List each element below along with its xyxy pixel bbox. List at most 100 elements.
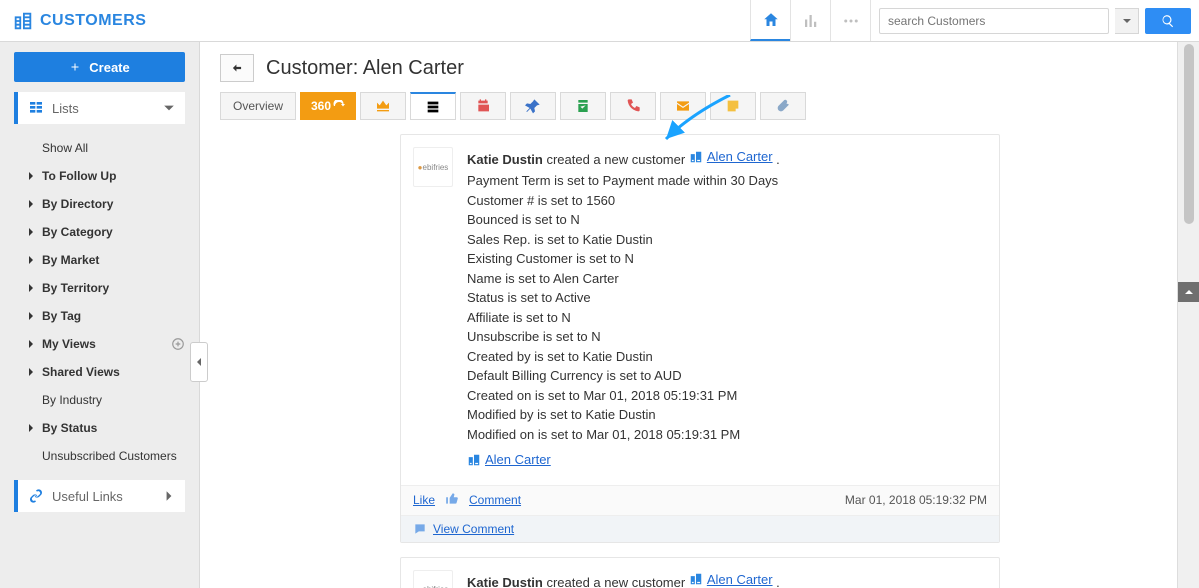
scroll-up-button[interactable]	[1178, 282, 1199, 302]
chevron-right-icon	[26, 311, 36, 321]
customer-link[interactable]: Alen Carter	[707, 570, 773, 588]
like-button[interactable]: Like	[413, 493, 435, 507]
analytics-button[interactable]	[790, 0, 830, 41]
feed-card: ●ebifriesKatie Dustin created a new cust…	[400, 557, 1000, 588]
detail-line: Bounced is set to N	[467, 210, 987, 230]
sidebar-item[interactable]: Unsubscribed Customers	[0, 442, 199, 470]
building-icon	[689, 572, 703, 586]
sidebar-item[interactable]: By Status	[0, 414, 199, 442]
lists-section[interactable]: Lists	[14, 92, 185, 124]
tab-email[interactable]	[660, 92, 706, 120]
chevron-right-icon	[163, 490, 175, 502]
crown-icon	[375, 98, 391, 114]
sidebar-item[interactable]: To Follow Up	[0, 162, 199, 190]
sidebar-item-label: By Industry	[42, 393, 102, 407]
page-title: Customer: Alen Carter	[266, 57, 464, 80]
pin-icon	[525, 98, 541, 114]
detail-line: Unsubscribe is set to N	[467, 327, 987, 347]
create-label: Create	[89, 60, 129, 75]
right-scroll-strip	[1177, 42, 1199, 588]
brand[interactable]: CUSTOMERS	[0, 10, 158, 32]
search-dropdown[interactable]	[1115, 8, 1139, 34]
detail-line: Created on is set to Mar 01, 2018 05:19:…	[467, 386, 987, 406]
sidebar-item[interactable]: By Industry	[0, 386, 199, 414]
chevron-right-icon	[26, 255, 36, 265]
chevron-down-icon	[163, 102, 175, 114]
avatar: ●ebifries	[413, 570, 453, 588]
task-icon	[575, 98, 591, 114]
back-button[interactable]	[220, 54, 254, 82]
plus-icon	[69, 61, 81, 73]
sidebar-item[interactable]: By Market	[0, 246, 199, 274]
dots-icon	[842, 12, 860, 30]
sidebar-item[interactable]: By Territory	[0, 274, 199, 302]
tab-feed[interactable]	[410, 92, 456, 120]
customer-link[interactable]: Alen Carter	[707, 147, 773, 167]
detail-line: Affiliate is set to N	[467, 308, 987, 328]
building-icon	[689, 150, 703, 164]
chevron-right-icon	[26, 367, 36, 377]
comment-icon	[413, 522, 427, 536]
view-comment-row[interactable]: View Comment	[401, 515, 999, 542]
sidebar-item-label: Shared Views	[42, 365, 120, 379]
card-footer: LikeCommentMar 01, 2018 05:19:32 PM	[401, 485, 999, 515]
bar-chart-icon	[802, 12, 820, 30]
feed-icon	[425, 99, 441, 115]
scrollbar-thumb[interactable]	[1184, 44, 1194, 224]
sidebar-item-label: By Territory	[42, 281, 109, 295]
refresh-icon	[333, 100, 345, 112]
sidebar-item-label: By Category	[42, 225, 113, 239]
grid-icon	[28, 100, 44, 116]
search-input[interactable]	[879, 8, 1109, 34]
sidebar-item-label: By Tag	[42, 309, 81, 323]
tab-task[interactable]	[560, 92, 606, 120]
customer-ref-link[interactable]: Alen Carter	[485, 450, 551, 470]
tab-crown[interactable]	[360, 92, 406, 120]
comment-button[interactable]: Comment	[469, 493, 521, 507]
tab-note[interactable]	[710, 92, 756, 120]
tab-attachment[interactable]	[760, 92, 806, 120]
sidebar-item-label: By Market	[42, 253, 99, 267]
sidebar-item[interactable]: By Category	[0, 218, 199, 246]
sidebar-item[interactable]: By Directory	[0, 190, 199, 218]
sidebar-item-label: To Follow Up	[42, 169, 116, 183]
back-arrow-icon	[229, 61, 245, 75]
tab-calendar[interactable]	[460, 92, 506, 120]
more-button[interactable]	[830, 0, 870, 41]
chevron-right-icon	[26, 423, 36, 433]
chevron-down-icon	[1122, 16, 1132, 26]
detail-line: Status is set to Active	[467, 288, 987, 308]
useful-links-section[interactable]: Useful Links	[14, 480, 185, 512]
brand-label: CUSTOMERS	[40, 12, 146, 30]
home-button[interactable]	[750, 0, 790, 41]
tab-call[interactable]	[610, 92, 656, 120]
search-icon	[1161, 14, 1175, 28]
chevron-right-icon	[26, 227, 36, 237]
paperclip-icon	[775, 98, 791, 114]
sidebar-item[interactable]: Show All	[0, 134, 199, 162]
feed-header: Katie Dustin created a new customer Alen…	[467, 147, 987, 169]
chevron-right-icon	[26, 339, 36, 349]
tab-overview[interactable]: Overview	[220, 92, 296, 120]
thumb-icon[interactable]	[445, 492, 459, 509]
buildings-icon	[12, 10, 34, 32]
link-icon	[28, 488, 44, 504]
chevron-right-icon	[26, 199, 36, 209]
sidebar-item-label: By Status	[42, 421, 97, 435]
tab-pin[interactable]	[510, 92, 556, 120]
detail-line: Sales Rep. is set to Katie Dustin	[467, 230, 987, 250]
sidebar-item[interactable]: Shared Views	[0, 358, 199, 386]
email-icon	[675, 98, 691, 114]
tab-360[interactable]: 360	[300, 92, 356, 120]
add-circle-icon[interactable]	[171, 337, 185, 351]
detail-line: Name is set to Alen Carter	[467, 269, 987, 289]
create-button[interactable]: Create	[14, 52, 185, 82]
detail-line: Modified by is set to Katie Dustin	[467, 405, 987, 425]
sidebar-item[interactable]: By Tag	[0, 302, 199, 330]
avatar: ●ebifries	[413, 147, 453, 187]
sidebar-item[interactable]: My Views	[0, 330, 199, 358]
search-wrap	[870, 0, 1199, 41]
chevron-up-icon	[1183, 287, 1195, 297]
search-button[interactable]	[1145, 8, 1191, 34]
detail-line: Modified on is set to Mar 01, 2018 05:19…	[467, 425, 987, 445]
